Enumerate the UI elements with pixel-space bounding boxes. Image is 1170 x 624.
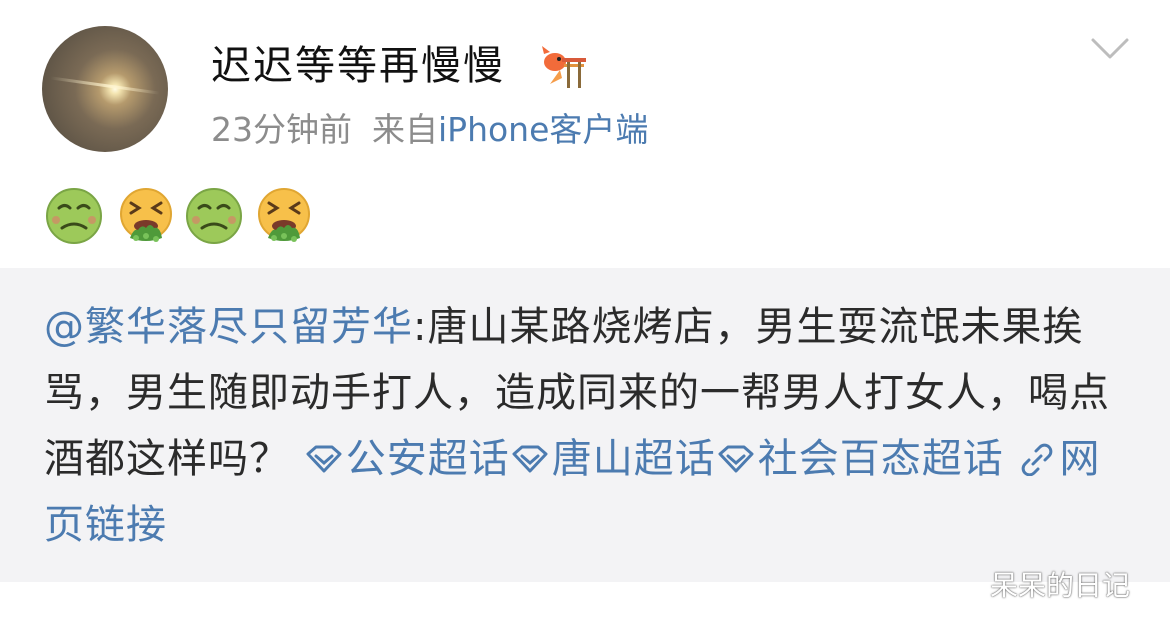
topic-link[interactable]: 社会百态超话 [716, 436, 1004, 482]
topic-label: 唐山超话 [551, 436, 716, 482]
diamond-topic-icon [718, 445, 754, 473]
source-client[interactable]: iPhone客户端 [438, 110, 648, 149]
topic-link[interactable]: 公安超话 [304, 436, 510, 482]
vomiting-face-icon [258, 188, 310, 242]
nauseated-face-icon [46, 188, 102, 244]
post-time: 23分钟前 [211, 110, 352, 149]
diamond-topic-icon [512, 445, 548, 473]
topic-link[interactable]: 唐山超话 [510, 436, 716, 482]
vomiting-face-icon [120, 188, 172, 242]
source-prefix: 来自 [372, 110, 438, 149]
diamond-topic-icon [306, 445, 342, 473]
topic-label: 社会百态超话 [757, 436, 1004, 482]
mention-link[interactable]: @繁华落尽只留芳华 [44, 304, 413, 350]
author-name[interactable]: 迟迟等等再慢慢 [211, 40, 505, 92]
goldfish-torii-icon [542, 46, 586, 88]
repost-text: @繁华落尽只留芳华:唐山某路烧烤店，男生耍流氓未果挨骂，男生随即动手打人，造成同… [44, 294, 1124, 558]
topic-label: 公安超话 [345, 436, 510, 482]
post-meta: 23分钟前 来自iPhone客户端 [211, 108, 648, 152]
link-icon [1022, 443, 1053, 476]
watermark: 呆呆的日记 [990, 569, 1131, 602]
chevron-down-icon[interactable] [1090, 36, 1130, 62]
nauseated-face-icon [186, 188, 242, 244]
avatar[interactable] [42, 26, 168, 152]
